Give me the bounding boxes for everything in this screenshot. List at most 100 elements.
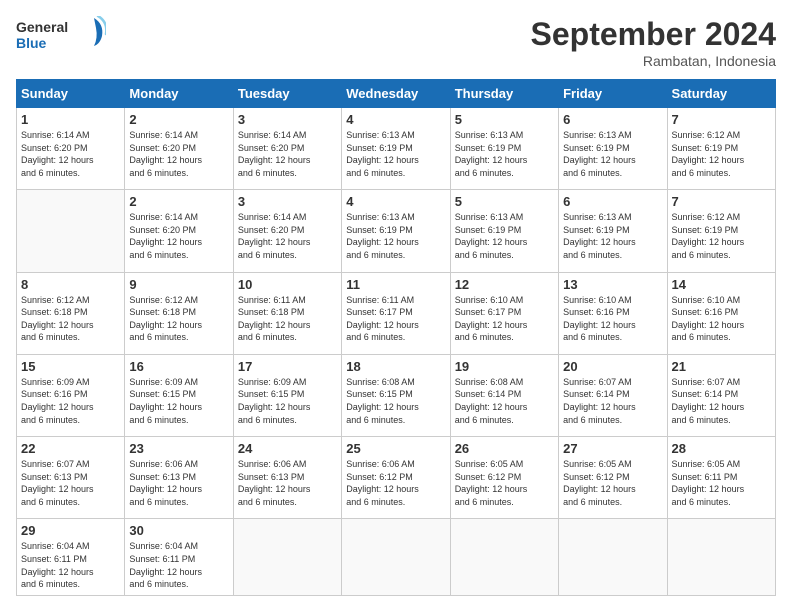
day-number: 22 [21,441,120,456]
day-number: 30 [129,523,228,538]
day-number: 24 [238,441,337,456]
calendar: Sunday Monday Tuesday Wednesday Thursday… [16,79,776,596]
day-info: Sunrise: 6:12 AMSunset: 6:18 PMDaylight:… [21,295,94,343]
calendar-cell: 4 Sunrise: 6:13 AMSunset: 6:19 PMDaylight… [342,190,450,272]
day-number: 5 [455,194,554,209]
calendar-cell: 3Sunrise: 6:14 AMSunset: 6:20 PMDaylight… [233,108,341,190]
day-info: Sunrise: 6:11 AMSunset: 6:17 PMDaylight:… [346,295,419,343]
day-info: Sunrise: 6:05 AMSunset: 6:12 PMDaylight:… [563,459,636,507]
calendar-cell: 29 Sunrise: 6:04 AMSunset: 6:11 PMDayligh… [17,519,125,596]
calendar-cell [342,519,450,596]
day-number: 20 [563,359,662,374]
day-info: Sunrise: 6:12 AMSunset: 6:18 PMDaylight:… [129,295,202,343]
calendar-cell: 22 Sunrise: 6:07 AMSunset: 6:13 PMDayligh… [17,437,125,519]
calendar-cell: 15 Sunrise: 6:09 AMSunset: 6:16 PMDayligh… [17,354,125,436]
day-number: 28 [672,441,771,456]
day-number: 17 [238,359,337,374]
day-info: Sunrise: 6:11 AMSunset: 6:18 PMDaylight:… [238,295,311,343]
calendar-cell [667,519,775,596]
title-area: September 2024 Rambatan, Indonesia [531,16,776,69]
header: General Blue September 2024 Rambatan, In… [16,16,776,69]
calendar-cell: 19 Sunrise: 6:08 AMSunset: 6:14 PMDayligh… [450,354,558,436]
day-info: Sunrise: 6:14 AMSunset: 6:20 PMDaylight:… [21,130,94,178]
day-info: Sunrise: 6:13 AMSunset: 6:19 PMDaylight:… [455,130,528,178]
calendar-cell: 20 Sunrise: 6:07 AMSunset: 6:14 PMDayligh… [559,354,667,436]
calendar-cell: 6Sunrise: 6:13 AMSunset: 6:19 PMDaylight… [559,190,667,272]
calendar-cell: 3Sunrise: 6:14 AMSunset: 6:20 PMDaylight… [233,190,341,272]
day-info: Sunrise: 6:12 AMSunset: 6:19 PMDaylight:… [672,130,745,178]
day-info: Sunrise: 6:14 AMSunset: 6:20 PMDaylight:… [129,212,202,260]
day-info: Sunrise: 6:04 AMSunset: 6:11 PMDaylight:… [129,541,202,589]
calendar-cell: 18Sunrise: 6:08 AMSunset: 6:15 PMDayligh… [342,354,450,436]
calendar-cell: 28 Sunrise: 6:05 AMSunset: 6:11 PMDayligh… [667,437,775,519]
day-number: 25 [346,441,445,456]
calendar-cell: 14Sunrise: 6:10 AMSunset: 6:16 PMDayligh… [667,272,775,354]
day-number: 26 [455,441,554,456]
day-info: Sunrise: 6:14 AMSunset: 6:20 PMDaylight:… [238,130,311,178]
week-row-4: 22 Sunrise: 6:07 AMSunset: 6:13 PMDayligh… [17,437,776,519]
day-info: Sunrise: 6:06 AMSunset: 6:13 PMDaylight:… [238,459,311,507]
day-info: Sunrise: 6:07 AMSunset: 6:13 PMDaylight:… [21,459,94,507]
day-number: 18 [346,359,445,374]
day-info: Sunrise: 6:07 AMSunset: 6:14 PMDaylight:… [563,377,636,425]
day-number: 13 [563,277,662,292]
day-number: 4 [346,112,445,127]
day-number: 9 [129,277,228,292]
page: General Blue September 2024 Rambatan, In… [0,0,792,612]
calendar-cell: 8Sunrise: 6:12 AMSunset: 6:18 PMDaylight… [17,272,125,354]
day-number: 7 [672,194,771,209]
day-info: Sunrise: 6:08 AMSunset: 6:14 PMDaylight:… [455,377,528,425]
day-info: Sunrise: 6:13 AMSunset: 6:19 PMDaylight:… [346,212,419,260]
logo: General Blue [16,16,106,56]
col-wednesday: Wednesday [342,80,450,108]
month-title: September 2024 [531,16,776,53]
day-info: Sunrise: 6:10 AMSunset: 6:17 PMDaylight:… [455,295,528,343]
day-number: 29 [21,523,120,538]
day-info: Sunrise: 6:13 AMSunset: 6:19 PMDaylight:… [346,130,419,178]
calendar-cell: 16Sunrise: 6:09 AMSunset: 6:15 PMDayligh… [125,354,233,436]
week-row-5: 29 Sunrise: 6:04 AMSunset: 6:11 PMDayligh… [17,519,776,596]
day-info: Sunrise: 6:05 AMSunset: 6:11 PMDaylight:… [672,459,745,507]
calendar-cell: 6Sunrise: 6:13 AMSunset: 6:19 PMDaylight… [559,108,667,190]
day-number: 2 [129,194,228,209]
calendar-cell: 2Sunrise: 6:14 AMSunset: 6:20 PMDaylight… [125,108,233,190]
calendar-cell: 5Sunrise: 6:13 AMSunset: 6:19 PMDaylight… [450,108,558,190]
calendar-cell [17,190,125,272]
calendar-cell: 12Sunrise: 6:10 AMSunset: 6:17 PMDayligh… [450,272,558,354]
location: Rambatan, Indonesia [531,53,776,69]
day-info: Sunrise: 6:04 AMSunset: 6:11 PMDaylight:… [21,541,94,589]
day-number: 11 [346,277,445,292]
day-info: Sunrise: 6:13 AMSunset: 6:19 PMDaylight:… [455,212,528,260]
day-info: Sunrise: 6:10 AMSunset: 6:16 PMDaylight:… [563,295,636,343]
day-info: Sunrise: 6:09 AMSunset: 6:15 PMDaylight:… [238,377,311,425]
calendar-cell: 2 Sunrise: 6:14 AMSunset: 6:20 PMDaylight… [125,190,233,272]
col-thursday: Thursday [450,80,558,108]
col-saturday: Saturday [667,80,775,108]
calendar-cell: 24 Sunrise: 6:06 AMSunset: 6:13 PMDayligh… [233,437,341,519]
calendar-cell: 4 Sunrise: 6:13 AMSunset: 6:19 PMDaylight… [342,108,450,190]
day-number: 4 [346,194,445,209]
day-number: 6 [563,194,662,209]
day-info: Sunrise: 6:09 AMSunset: 6:16 PMDaylight:… [21,377,94,425]
day-info: Sunrise: 6:14 AMSunset: 6:20 PMDaylight:… [129,130,202,178]
day-number: 6 [563,112,662,127]
logo-svg: General Blue [16,16,106,56]
calendar-cell: 26Sunrise: 6:05 AMSunset: 6:12 PMDayligh… [450,437,558,519]
day-info: Sunrise: 6:07 AMSunset: 6:14 PMDaylight:… [672,377,745,425]
week-row-1: 2 Sunrise: 6:14 AMSunset: 6:20 PMDaylight… [17,190,776,272]
calendar-cell: 27Sunrise: 6:05 AMSunset: 6:12 PMDayligh… [559,437,667,519]
calendar-cell: 21Sunrise: 6:07 AMSunset: 6:14 PMDayligh… [667,354,775,436]
day-number: 7 [672,112,771,127]
day-number: 14 [672,277,771,292]
day-number: 3 [238,194,337,209]
day-info: Sunrise: 6:06 AMSunset: 6:12 PMDaylight:… [346,459,419,507]
col-friday: Friday [559,80,667,108]
week-row-2: 8Sunrise: 6:12 AMSunset: 6:18 PMDaylight… [17,272,776,354]
day-number: 15 [21,359,120,374]
calendar-cell: 17 Sunrise: 6:09 AMSunset: 6:15 PMDayligh… [233,354,341,436]
calendar-cell: 5 Sunrise: 6:13 AMSunset: 6:19 PMDaylight… [450,190,558,272]
day-number: 19 [455,359,554,374]
day-number: 1 [21,112,120,127]
calendar-cell [559,519,667,596]
day-number: 23 [129,441,228,456]
